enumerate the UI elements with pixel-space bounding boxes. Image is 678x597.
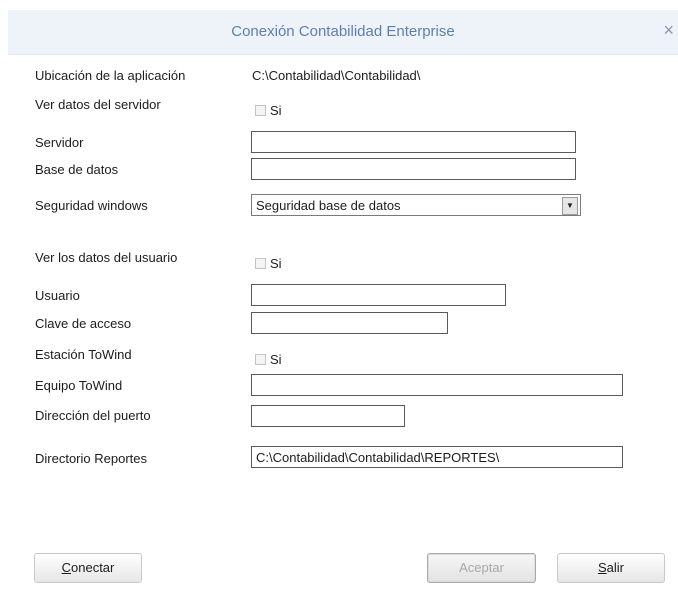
seguridad-select[interactable]: Seguridad base de datos ▼ <box>251 194 581 216</box>
ubicacion-label: Ubicación de la aplicación <box>35 68 186 83</box>
aceptar-label: Aceptar <box>459 560 504 575</box>
conectar-label: onectar <box>71 560 115 575</box>
reportes-label: Directorio Reportes <box>35 451 147 466</box>
checkbox-label: Si <box>270 256 282 271</box>
usuario-label: Usuario <box>35 288 80 303</box>
checkbox-box[interactable] <box>255 105 266 116</box>
equipo-label: Equipo ToWind <box>35 378 123 393</box>
clave-label: Clave de acceso <box>35 316 132 331</box>
reportes-input[interactable] <box>251 446 623 468</box>
clave-input[interactable] <box>251 312 448 334</box>
close-icon[interactable]: × <box>663 20 674 41</box>
salir-button[interactable]: Salir <box>557 553 665 583</box>
ver-usuario-checkbox[interactable]: Si <box>255 256 282 271</box>
servidor-label: Servidor <box>35 135 84 150</box>
usuario-input[interactable] <box>251 284 506 306</box>
connection-dialog: Conexión Contabilidad Enterprise × Ubica… <box>8 10 678 597</box>
seguridad-label: Seguridad windows <box>35 198 148 213</box>
conectar-button[interactable]: Conectar <box>34 553 142 583</box>
window-title: Conexión Contabilidad Enterprise <box>231 23 455 40</box>
base-datos-input[interactable] <box>251 158 576 180</box>
dropdown-arrow-icon[interactable]: ▼ <box>562 197 578 215</box>
estacion-label: Estación ToWind <box>35 347 132 362</box>
salir-mnemonic: S <box>597 560 607 575</box>
puerto-input[interactable] <box>251 405 405 427</box>
conectar-mnemonic: C <box>61 560 71 575</box>
servidor-input[interactable] <box>251 131 576 153</box>
ver-servidor-label: Ver datos del servidor <box>35 97 161 112</box>
aceptar-button[interactable]: Aceptar <box>427 553 536 583</box>
seguridad-selected-value: Seguridad base de datos <box>256 198 401 213</box>
salir-label: alir <box>606 560 624 575</box>
title-bar: Conexión Contabilidad Enterprise × <box>8 10 678 55</box>
checkbox-box[interactable] <box>255 258 266 269</box>
puerto-label: Dirección del puerto <box>35 408 151 423</box>
checkbox-box[interactable] <box>255 354 266 365</box>
base-datos-label: Base de datos <box>35 162 119 177</box>
estacion-checkbox[interactable]: Si <box>255 352 282 367</box>
checkbox-label: Si <box>270 352 282 367</box>
checkbox-label: Si <box>270 103 282 118</box>
ver-servidor-checkbox[interactable]: Si <box>255 103 282 118</box>
ubicacion-value: C:\Contabilidad\Contabilidad\ <box>252 68 421 83</box>
equipo-input[interactable] <box>251 374 623 396</box>
ver-usuario-label: Ver los datos del usuario <box>35 250 178 265</box>
